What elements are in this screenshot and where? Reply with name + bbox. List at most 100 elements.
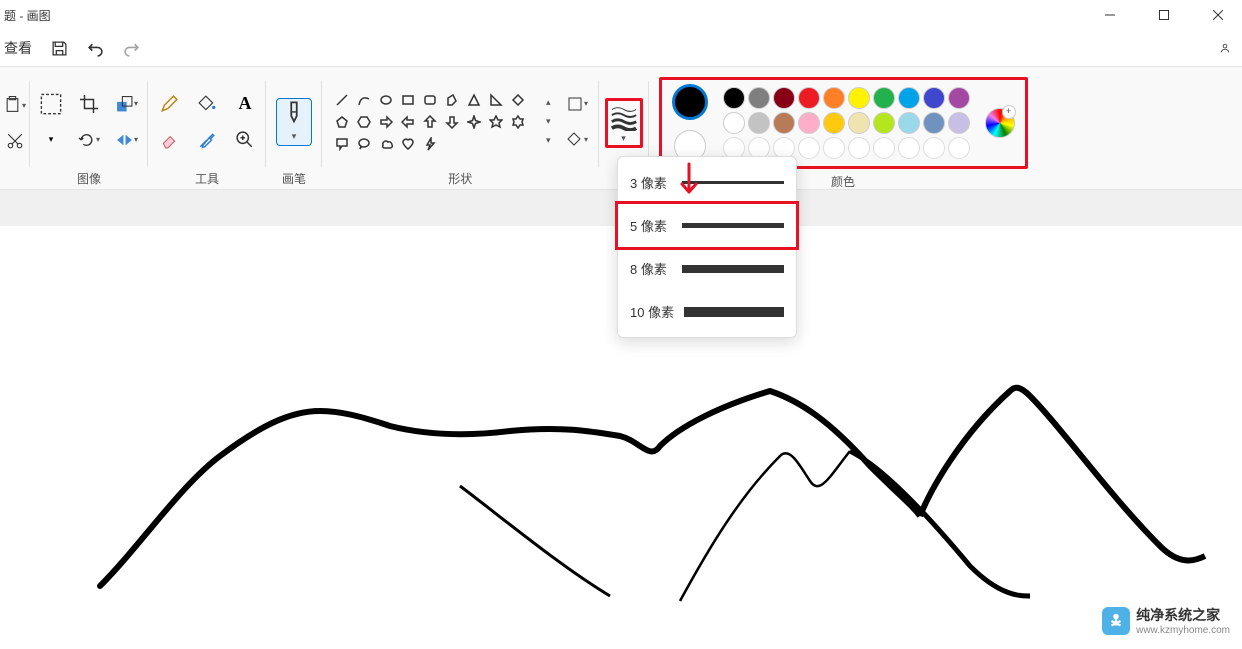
shape-arrow-right[interactable] <box>376 112 396 132</box>
shape-line[interactable] <box>332 90 352 110</box>
shape-polygon[interactable] <box>442 90 462 110</box>
color-swatch[interactable] <box>798 137 820 159</box>
color-swatch[interactable] <box>773 112 795 134</box>
fill-tool[interactable] <box>196 93 218 115</box>
shape-star4[interactable] <box>464 112 484 132</box>
pencil-tool[interactable] <box>158 93 180 115</box>
shapes-scroll-up[interactable]: ▴ <box>546 97 551 108</box>
size-option-10px[interactable]: 10 像素 <box>618 290 796 333</box>
select-button[interactable] <box>40 93 62 115</box>
size-option-5px[interactable]: 5 像素 <box>615 201 799 250</box>
brush-button[interactable]: ▾ <box>276 98 312 146</box>
resize-button[interactable]: ▾ <box>116 93 138 115</box>
color-swatch[interactable] <box>948 137 970 159</box>
shape-star5[interactable] <box>486 112 506 132</box>
size-preview-10 <box>684 307 784 317</box>
shape-outline-button[interactable]: ▾ <box>567 93 589 115</box>
shape-roundrect[interactable] <box>420 90 440 110</box>
color-swatch[interactable] <box>873 112 895 134</box>
shape-arrow-down[interactable] <box>442 112 462 132</box>
color-swatch[interactable] <box>823 112 845 134</box>
shape-arrow-up[interactable] <box>420 112 440 132</box>
size-icon <box>610 103 638 131</box>
color-swatch[interactable] <box>898 87 920 109</box>
shape-pentagon[interactable] <box>332 112 352 132</box>
shape-hexagon[interactable] <box>354 112 374 132</box>
color-swatch[interactable] <box>948 87 970 109</box>
size-option-3px[interactable]: 3 像素 <box>618 161 796 204</box>
outline-icon <box>567 96 583 112</box>
shape-diamond[interactable] <box>508 90 528 110</box>
zoom-tool[interactable] <box>234 129 256 151</box>
color-1-button[interactable] <box>672 84 708 120</box>
color-swatch[interactable] <box>848 87 870 109</box>
color-swatch[interactable] <box>948 112 970 134</box>
color-swatch[interactable] <box>848 112 870 134</box>
eraser-icon <box>160 131 178 149</box>
shapes-scroll-down[interactable]: ▾ <box>546 116 551 127</box>
shapes-gallery[interactable] <box>332 90 532 154</box>
color-swatch[interactable] <box>823 137 845 159</box>
color-swatch[interactable] <box>823 87 845 109</box>
color-swatch[interactable] <box>773 87 795 109</box>
save-button[interactable] <box>50 39 68 57</box>
close-button[interactable] <box>1206 3 1230 27</box>
eraser-tool[interactable] <box>158 129 180 151</box>
edit-colors-button[interactable] <box>985 108 1015 138</box>
crop-icon <box>80 95 98 113</box>
undo-button[interactable] <box>86 39 104 57</box>
color-swatch[interactable] <box>898 137 920 159</box>
shape-arrow-left[interactable] <box>398 112 418 132</box>
paste-icon <box>4 96 21 114</box>
shape-lightning[interactable] <box>420 134 440 154</box>
color-swatch[interactable] <box>723 112 745 134</box>
image-group-label: 图像 <box>77 170 101 187</box>
cut-button[interactable] <box>4 130 26 152</box>
view-tab[interactable]: 查看 <box>4 38 32 58</box>
shape-curve[interactable] <box>354 90 374 110</box>
scissors-icon <box>6 132 24 150</box>
color-swatch[interactable] <box>873 137 895 159</box>
crop-button[interactable] <box>78 93 100 115</box>
paste-button[interactable]: ▾ <box>4 94 26 116</box>
shape-star6[interactable] <box>508 112 528 132</box>
size-preview-5 <box>682 223 784 228</box>
shape-rect[interactable] <box>398 90 418 110</box>
select-dropdown[interactable]: ▾ <box>40 129 62 151</box>
rotate-icon <box>78 131 95 149</box>
bucket-icon <box>198 95 216 113</box>
account-button[interactable] <box>1220 39 1238 57</box>
redo-button[interactable] <box>122 39 140 57</box>
annotation-arrow-icon <box>677 162 701 202</box>
color-swatch[interactable] <box>723 87 745 109</box>
rotate-button[interactable]: ▾ <box>78 129 100 151</box>
shape-callout-oval[interactable] <box>354 134 374 154</box>
eyedropper-tool[interactable] <box>196 129 218 151</box>
shape-right-triangle[interactable] <box>486 90 506 110</box>
color-swatch[interactable] <box>898 112 920 134</box>
color-swatch[interactable] <box>748 87 770 109</box>
flip-button[interactable]: ▾ <box>116 129 138 151</box>
text-tool[interactable]: A <box>234 93 256 115</box>
shape-callout-rect[interactable] <box>332 134 352 154</box>
shape-oval[interactable] <box>376 90 396 110</box>
color-swatch[interactable] <box>873 87 895 109</box>
shape-callout-cloud[interactable] <box>376 134 396 154</box>
maximize-button[interactable] <box>1152 3 1176 27</box>
color-swatch[interactable] <box>848 137 870 159</box>
image-group: ▾ ▾ ▾ ▾ 图像 <box>30 77 148 187</box>
size-option-8px[interactable]: 8 像素 <box>618 247 796 290</box>
shape-heart[interactable] <box>398 134 418 154</box>
shapes-expand-button[interactable]: ▾ <box>546 135 551 146</box>
shapes-group-label: 形状 <box>448 170 472 187</box>
color-swatch[interactable] <box>798 112 820 134</box>
color-swatch[interactable] <box>748 112 770 134</box>
color-swatch[interactable] <box>923 112 945 134</box>
color-swatch[interactable] <box>923 137 945 159</box>
shape-fill-button[interactable]: ▾ <box>567 129 589 151</box>
size-button[interactable]: ▾ <box>605 98 643 148</box>
minimize-button[interactable] <box>1098 3 1122 27</box>
color-swatch[interactable] <box>798 87 820 109</box>
shape-triangle[interactable] <box>464 90 484 110</box>
color-swatch[interactable] <box>923 87 945 109</box>
